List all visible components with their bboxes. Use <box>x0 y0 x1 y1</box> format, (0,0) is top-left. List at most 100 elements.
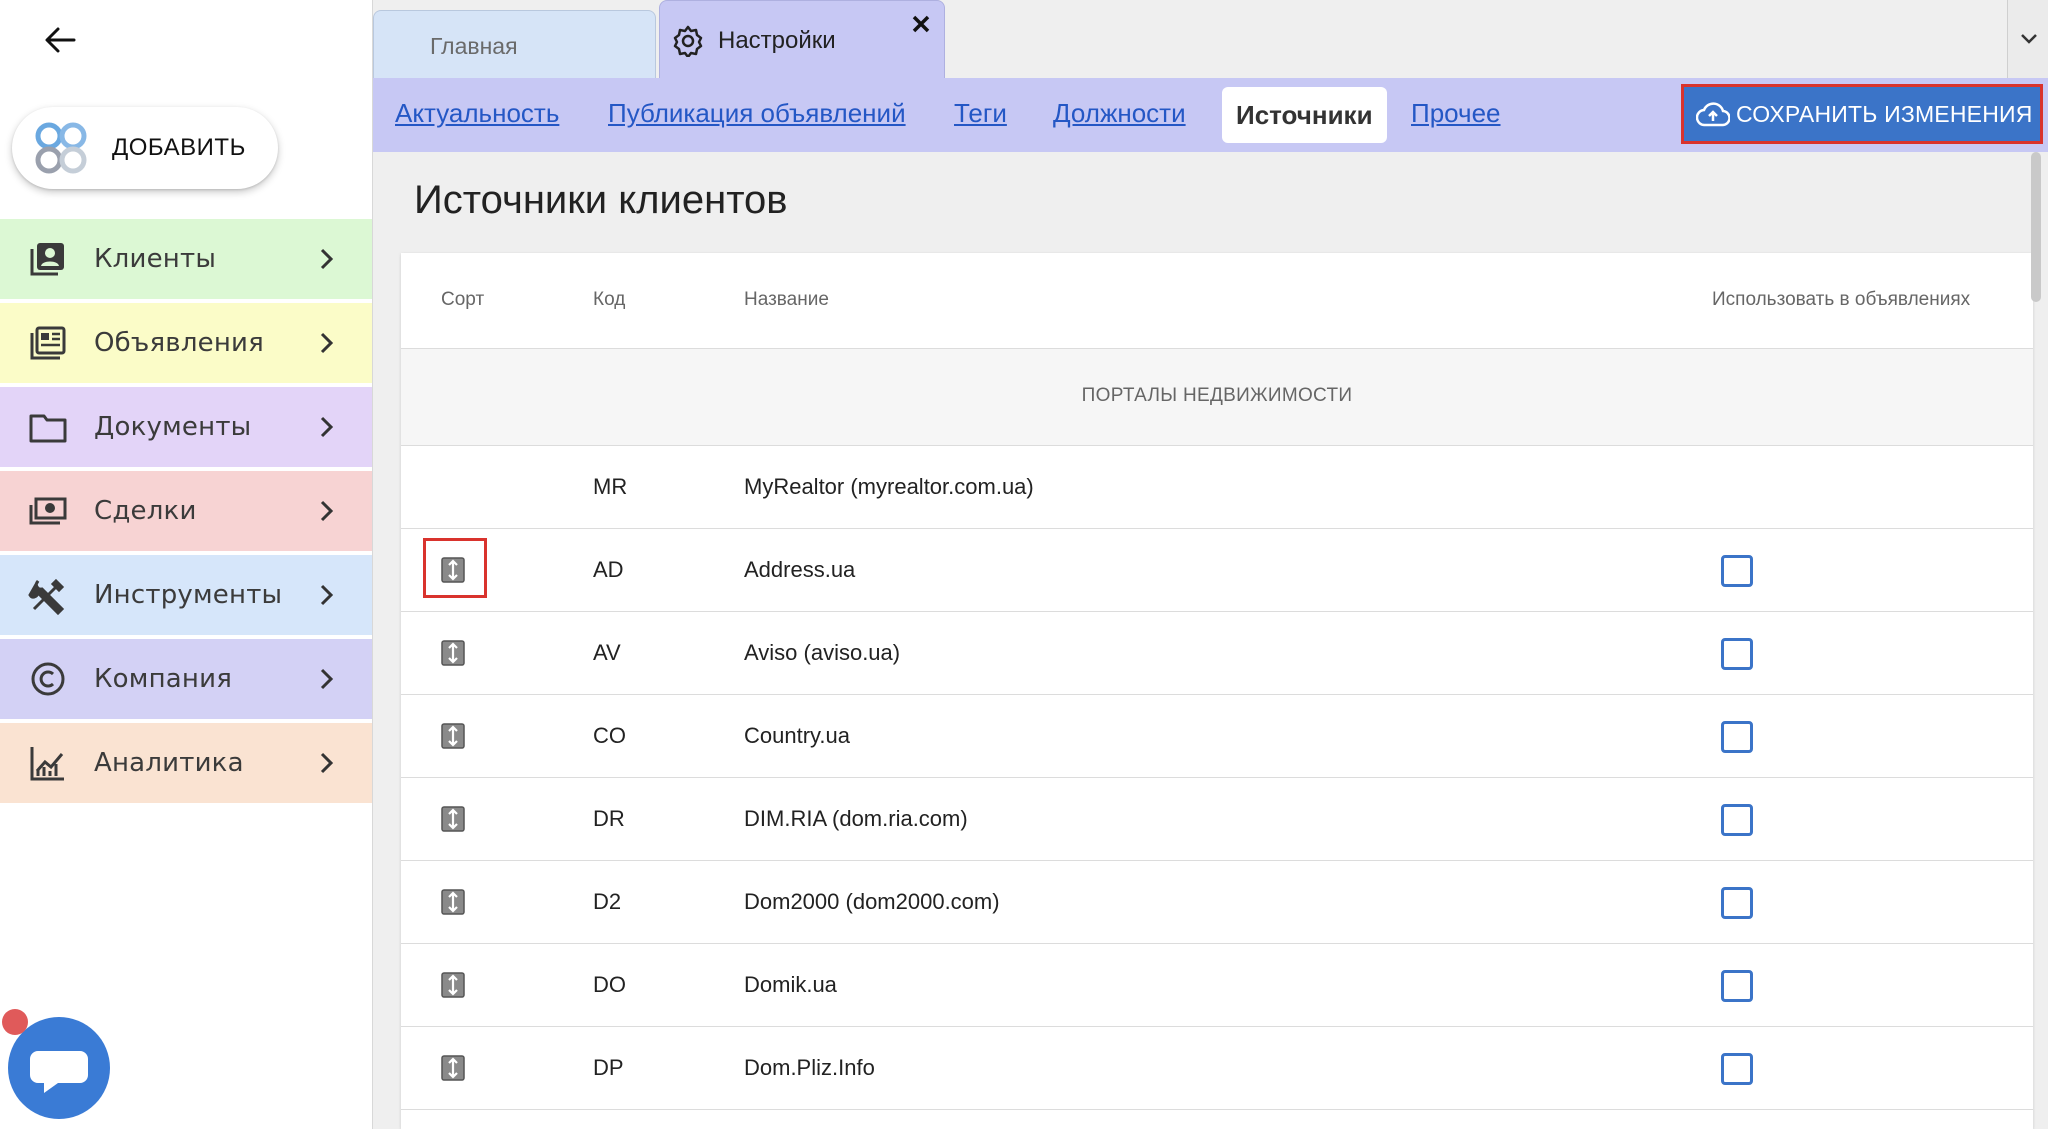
cloud-upload-icon <box>1696 102 1730 127</box>
group-header-label: ПОРТАЛЫ НЕДВИЖИМОСТИ <box>1081 385 1353 406</box>
sidebar-item-label: Клиенты <box>94 244 217 274</box>
use-in-listings-checkbox[interactable] <box>1721 721 1753 753</box>
sidebar-item-label: Объявления <box>94 328 264 358</box>
use-in-listings-checkbox[interactable] <box>1721 1053 1753 1085</box>
settings-subnav: Актуальность Публикация объявлений Теги … <box>373 78 2048 152</box>
use-in-listings-checkbox[interactable] <box>1721 638 1753 670</box>
table-row: AV Aviso (aviso.ua) <box>401 612 2033 695</box>
money-icon <box>29 497 67 525</box>
group-header-row: ПОРТАЛЫ НЕДВИЖИМОСТИ <box>401 349 2033 446</box>
column-header-name[interactable]: Название <box>744 289 829 311</box>
chevron-right-icon <box>320 668 334 690</box>
add-button[interactable]: ДОБАВИТЬ <box>12 107 278 189</box>
cell-name: Country.ua <box>744 723 850 748</box>
sidebar-item-label: Документы <box>94 412 252 442</box>
use-in-listings-checkbox[interactable] <box>1721 970 1753 1002</box>
drag-handle-icon[interactable] <box>441 723 465 749</box>
close-icon[interactable] <box>908 11 934 37</box>
sidebar-item-label: Компания <box>94 664 233 694</box>
page-title: Источники клиентов <box>414 178 788 222</box>
chevron-right-icon <box>320 416 334 438</box>
subnav-other[interactable]: Прочее <box>1411 98 1501 129</box>
gear-icon <box>673 25 703 57</box>
chat-button[interactable] <box>8 1017 110 1119</box>
drag-handle-icon[interactable] <box>441 640 465 666</box>
cell-code: D2 <box>593 889 622 914</box>
sidebar-item-label: Аналитика <box>94 748 244 778</box>
chevron-right-icon <box>320 332 334 354</box>
sidebar-item-label: Инструменты <box>94 580 283 610</box>
tools-icon <box>28 578 65 615</box>
table-row: DO Domik.ua <box>401 944 2033 1027</box>
subnav-publication[interactable]: Публикация объявлений <box>608 98 906 129</box>
drag-handle-icon[interactable] <box>441 557 465 583</box>
cell-name: Domik.ua <box>744 972 837 997</box>
use-in-listings-checkbox[interactable] <box>1721 887 1753 919</box>
chevron-down-icon <box>2021 34 2037 44</box>
table-row: DR DIM.RIA (dom.ria.com) <box>401 778 2033 861</box>
cell-name: Dom2000 (dom2000.com) <box>744 889 1000 914</box>
use-in-listings-checkbox[interactable] <box>1721 804 1753 836</box>
tabs-dropdown-button[interactable] <box>2007 0 2048 78</box>
sidebar-nav: Клиенты Объявления Документы Сделки Инст… <box>0 219 372 807</box>
sidebar-item-tools[interactable]: Инструменты <box>0 555 372 635</box>
subnav-sources[interactable]: Источники <box>1222 87 1387 143</box>
subnav-tags[interactable]: Теги <box>954 98 1007 129</box>
chevron-right-icon <box>320 500 334 522</box>
sidebar-item-analytics[interactable]: Аналитика <box>0 723 372 803</box>
tab-settings[interactable]: Настройки <box>659 0 945 78</box>
table-row: CO Country.ua <box>401 695 2033 778</box>
chevron-right-icon <box>320 584 334 606</box>
cell-name: Address.ua <box>744 557 856 582</box>
drag-handle-icon[interactable] <box>441 972 465 998</box>
table-row: D2 Dom2000 (dom2000.com) <box>401 861 2033 944</box>
newspaper-icon <box>30 326 66 360</box>
tab-home-label: Главная <box>430 33 518 59</box>
cell-code: AV <box>593 640 621 665</box>
column-header-code[interactable]: Код <box>593 289 625 311</box>
sidebar-item-documents[interactable]: Документы <box>0 387 372 467</box>
cell-code: CO <box>593 723 626 748</box>
analytics-icon <box>30 747 64 781</box>
sources-table: Сорт Код Название Использовать в объявле… <box>401 253 2033 1129</box>
cell-code: DR <box>593 806 625 831</box>
sidebar-item-listings[interactable]: Объявления <box>0 303 372 383</box>
subnav-relevance[interactable]: Актуальность <box>395 98 559 129</box>
notification-dot <box>2 1009 28 1035</box>
main-area: Главная Настройки Актуальность Публикаци… <box>372 0 2048 1129</box>
back-arrow-icon[interactable] <box>40 20 80 60</box>
chevron-right-icon <box>320 248 334 270</box>
cell-name: MyRealtor (myrealtor.com.ua) <box>744 474 1034 499</box>
sidebar-item-label: Сделки <box>94 496 197 526</box>
app-logo-icon <box>35 122 87 174</box>
tab-home[interactable]: Главная <box>373 10 656 78</box>
tab-bar: Главная Настройки <box>373 0 2048 78</box>
tab-settings-label: Настройки <box>718 27 836 54</box>
folder-icon <box>29 414 67 443</box>
sidebar: ДОБАВИТЬ Клиенты Объявления Документы Сд… <box>0 0 372 1129</box>
use-in-listings-checkbox[interactable] <box>1721 555 1753 587</box>
drag-handle-icon[interactable] <box>441 806 465 832</box>
cell-name: DIM.RIA (dom.ria.com) <box>744 806 968 831</box>
column-header-use-in-listings[interactable]: Использовать в объявлениях <box>1712 289 1970 311</box>
cell-name: Dom.Pliz.Info <box>744 1055 875 1080</box>
table-row: MR MyRealtor (myrealtor.com.ua) <box>401 446 2033 529</box>
chat-bubble-icon <box>30 1051 88 1093</box>
save-changes-button[interactable]: СОХРАНИТЬ ИЗМЕНЕНИЯ <box>1681 84 2043 144</box>
add-button-label: ДОБАВИТЬ <box>112 134 246 161</box>
scrollbar[interactable] <box>2031 152 2041 302</box>
sidebar-item-clients[interactable]: Клиенты <box>0 219 372 299</box>
copyright-icon <box>31 662 65 696</box>
table-header: Сорт Код Название Использовать в объявле… <box>401 253 2033 349</box>
column-header-sort[interactable]: Сорт <box>441 289 484 311</box>
contacts-icon <box>30 243 64 276</box>
drag-handle-icon[interactable] <box>441 1055 465 1081</box>
sidebar-item-company[interactable]: Компания <box>0 639 372 719</box>
subnav-positions[interactable]: Должности <box>1053 98 1186 129</box>
sidebar-item-deals[interactable]: Сделки <box>0 471 372 551</box>
cell-code: AD <box>593 557 624 582</box>
cell-code: DP <box>593 1055 624 1080</box>
drag-handle-icon[interactable] <box>441 889 465 915</box>
chevron-right-icon <box>320 752 334 774</box>
cell-name: Aviso (aviso.ua) <box>744 640 901 665</box>
